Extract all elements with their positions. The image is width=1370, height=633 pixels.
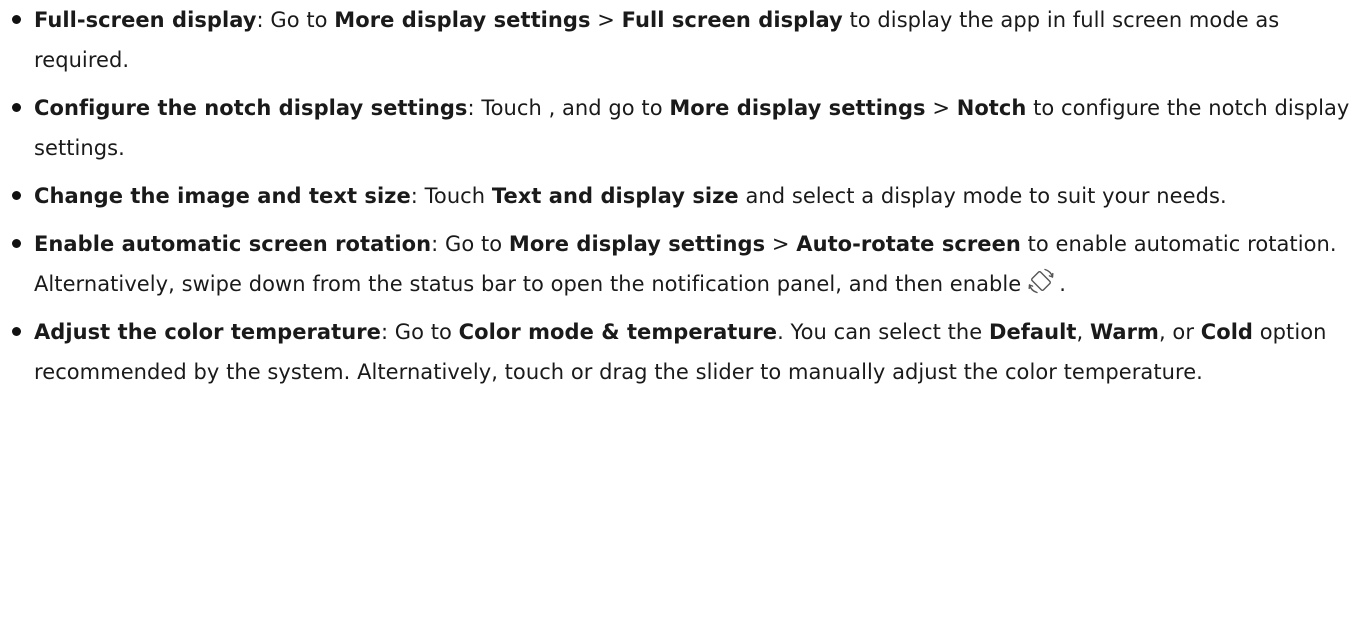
item-text: , (1076, 320, 1090, 344)
item-text: > (590, 8, 622, 32)
item-text: . (1059, 272, 1066, 296)
list-item-text-size: Change the image and text size: Touch Te… (0, 176, 1370, 216)
bullet-icon (12, 327, 21, 336)
item-text: > (765, 232, 797, 256)
bullet-icon (12, 15, 21, 24)
document-page: Full-screen display: Go to More display … (0, 0, 1370, 633)
item-text: . You can select the (777, 320, 989, 344)
setting-name: More display settings (334, 8, 591, 32)
bullet-icon (12, 191, 21, 200)
item-text: : Go to (256, 8, 335, 32)
setting-name: More display settings (508, 232, 766, 256)
item-title: Change the image and text size (34, 184, 411, 208)
item-title: Configure the notch display settings (34, 96, 468, 120)
list-item-color-temperature: Adjust the color temperature: Go to Colo… (0, 312, 1370, 392)
setting-name: Full screen display (621, 8, 843, 32)
item-text: : Go to (380, 320, 459, 344)
setting-name: Auto-rotate screen (796, 232, 1021, 256)
item-title: Adjust the color temperature (34, 320, 381, 344)
setting-name: Notch (956, 96, 1027, 120)
item-text: and select a display mode to suit your n… (738, 184, 1227, 208)
item-title: Enable automatic screen rotation (34, 232, 432, 256)
item-text: : Touch (410, 184, 492, 208)
list-item-notch-display: Configure the notch display settings: To… (0, 88, 1370, 168)
item-text: : Touch , and go to (467, 96, 670, 120)
list-item-full-screen-display: Full-screen display: Go to More display … (0, 0, 1370, 80)
auto-rotate-icon (1027, 267, 1055, 295)
item-text: > (925, 96, 957, 120)
item-text: , or (1158, 320, 1201, 344)
item-title: Full-screen display (34, 8, 257, 32)
setting-name: Color mode & temperature (458, 320, 778, 344)
bullet-icon (12, 103, 21, 112)
setting-name: Text and display size (491, 184, 739, 208)
option-default: Default (988, 320, 1077, 344)
bullet-icon (12, 239, 21, 248)
option-cold: Cold (1200, 320, 1254, 344)
setting-name: More display settings (669, 96, 926, 120)
list-item-auto-rotate: Enable automatic screen rotation: Go to … (0, 224, 1370, 304)
item-text: : Go to (431, 232, 509, 256)
feature-list: Full-screen display: Go to More display … (0, 0, 1370, 392)
option-warm: Warm (1089, 320, 1159, 344)
